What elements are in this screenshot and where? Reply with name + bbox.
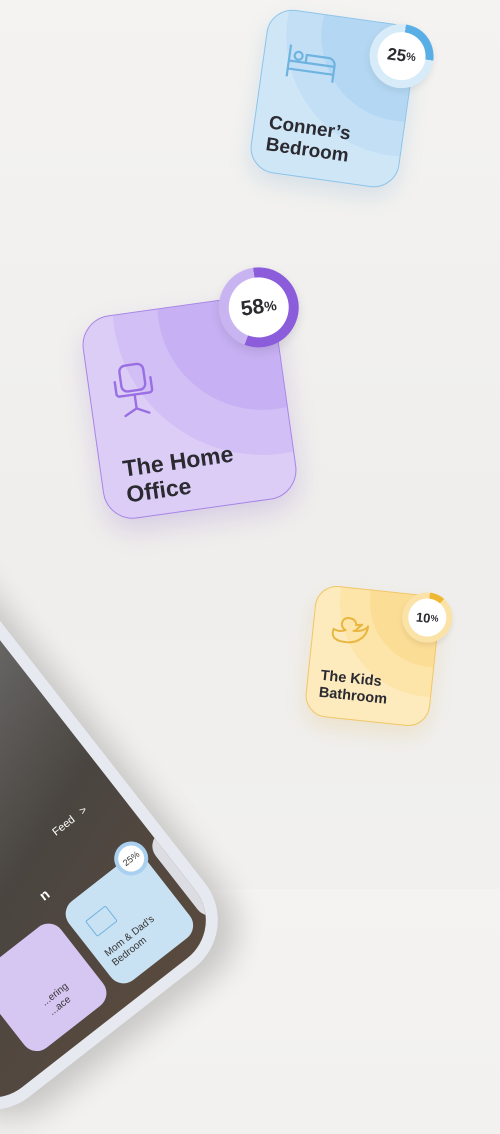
bed-icon [85,905,118,938]
rubber-duck-icon [331,617,370,644]
phone-screen: Feed > n 25% Mom & Dad’s Bedroom The Bac… [0,443,226,1117]
partial-heading: n [36,885,53,904]
room-card-kids-bathroom[interactable]: The Kids Bathroom 10% [303,583,455,729]
percent-unit: % [430,612,440,624]
percent-value: 25 [386,44,408,66]
feed-label: Feed [50,813,78,839]
feed-link[interactable]: Feed > [50,804,89,838]
room-name: The Kids Bathroom [318,668,390,708]
office-chair-icon [113,362,154,418]
room-card-conners-bedroom[interactable]: Conner’s Bedroom 25% [247,6,438,191]
progress-badge: 25% [107,834,156,883]
percent-unit: % [405,50,417,65]
room-name-line2: Back [191,872,217,895]
chevron-right-icon: > [77,804,90,818]
percent-value: 25% [112,840,150,877]
room-name: ...ering ...ace [40,981,79,1019]
room-name: The Back Closet [185,859,226,905]
percent-unit: % [263,296,278,315]
bed-icon [285,44,336,83]
phone-mockup: Feed > n 25% Mom & Dad’s Bedroom The Bac… [0,426,243,1134]
percent-value: 58 [239,294,266,321]
room-name-line3: Closet [199,877,226,905]
room-name-line1: The [184,865,205,886]
percent-value: 10 [415,608,432,626]
room-card-home-office[interactable]: The Home Office 58% [78,262,304,523]
